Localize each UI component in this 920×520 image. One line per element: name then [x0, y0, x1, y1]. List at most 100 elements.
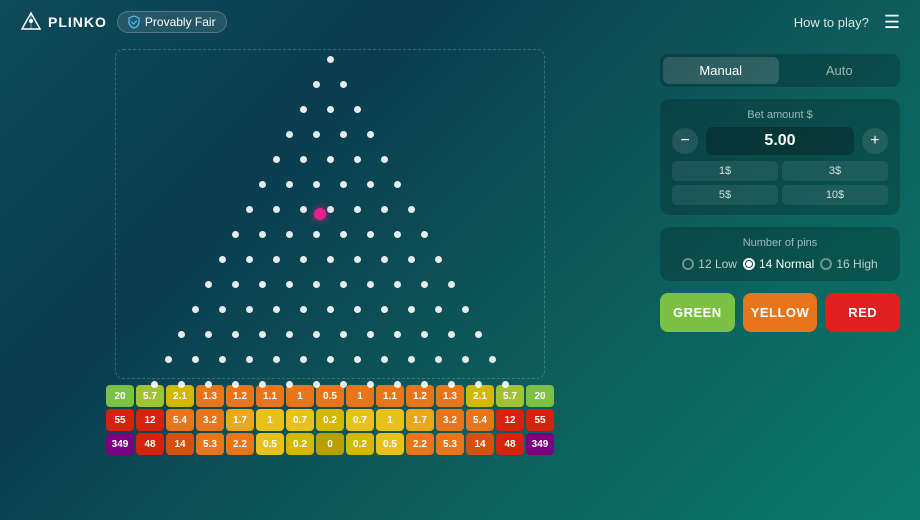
pin — [246, 306, 253, 313]
pin — [421, 331, 428, 338]
pin-label-14: 14 Normal — [759, 257, 814, 271]
main-content: 205.72.11.31.21.110.511.11.21.32.15.7205… — [0, 44, 920, 520]
pin — [421, 381, 428, 388]
pin — [192, 356, 199, 363]
mult-cell: 48 — [496, 433, 524, 455]
pin — [286, 181, 293, 188]
pin — [273, 156, 280, 163]
pin — [327, 206, 334, 213]
yellow-button[interactable]: YELLOW — [743, 293, 818, 332]
pin-row-9 — [219, 256, 442, 263]
pin — [340, 181, 347, 188]
pin — [475, 331, 482, 338]
pin-row-1 — [327, 56, 334, 63]
mult-cell: 0.5 — [256, 433, 284, 455]
pin — [340, 131, 347, 138]
pin — [408, 256, 415, 263]
game-board: 205.72.11.31.21.110.511.11.21.32.15.7205… — [20, 44, 640, 510]
mult-cell: 1 — [376, 409, 404, 431]
bet-increase-button[interactable]: + — [862, 128, 888, 154]
mult-cell: 5.3 — [196, 433, 224, 455]
plinko-ball — [314, 208, 326, 220]
header: PLINKO Provably Fair How to play? ☰ — [0, 0, 920, 44]
mult-cell: 1 — [346, 385, 374, 407]
shield-icon — [128, 15, 140, 29]
pin — [367, 381, 374, 388]
logo: PLINKO — [20, 11, 107, 33]
tab-auto[interactable]: Auto — [782, 57, 898, 84]
board-container — [115, 49, 545, 379]
pin — [340, 231, 347, 238]
mult-cell: 3.2 — [196, 409, 224, 431]
pin — [313, 181, 320, 188]
pin-row-6 — [259, 181, 401, 188]
mult-cell: 0.2 — [346, 433, 374, 455]
pin — [367, 131, 374, 138]
pin — [408, 206, 415, 213]
mult-cell: 5.7 — [136, 385, 164, 407]
bet-value[interactable]: 5.00 — [706, 127, 854, 155]
quick-bet-3[interactable]: 5$ — [672, 185, 778, 205]
how-to-play-link[interactable]: How to play? — [794, 15, 869, 30]
pin — [178, 331, 185, 338]
pin — [327, 156, 334, 163]
pin — [327, 106, 334, 113]
pin — [259, 281, 266, 288]
mult-cell: 14 — [166, 433, 194, 455]
pin — [246, 356, 253, 363]
pin-row-4 — [286, 131, 374, 138]
quick-bet-1[interactable]: 1$ — [672, 161, 778, 181]
pins-area — [151, 41, 509, 388]
pins-section: Number of pins 12 Low 14 Normal 16 High — [660, 227, 900, 281]
provably-fair-button[interactable]: Provably Fair — [117, 11, 227, 33]
pin — [165, 356, 172, 363]
pin-option-12[interactable]: 12 Low — [682, 257, 737, 271]
pin — [381, 206, 388, 213]
mult-cell: 1.1 — [256, 385, 284, 407]
pin — [367, 281, 374, 288]
mult-cell: 0.2 — [286, 433, 314, 455]
pin — [313, 281, 320, 288]
mult-cell: 5.3 — [436, 433, 464, 455]
pin-row-13 — [165, 356, 496, 363]
pin — [340, 281, 347, 288]
pin-option-14[interactable]: 14 Normal — [743, 257, 814, 271]
pin-option-16[interactable]: 16 High — [820, 257, 877, 271]
red-button[interactable]: RED — [825, 293, 900, 332]
tab-manual[interactable]: Manual — [663, 57, 779, 84]
pin — [381, 256, 388, 263]
quick-bet-4[interactable]: 10$ — [782, 185, 888, 205]
pin — [273, 306, 280, 313]
menu-icon[interactable]: ☰ — [884, 12, 900, 33]
pin — [327, 256, 334, 263]
mult-cell: 1.7 — [406, 409, 434, 431]
pin — [300, 106, 307, 113]
pin — [435, 356, 442, 363]
pin — [408, 356, 415, 363]
mult-cell: 5.4 — [166, 409, 194, 431]
pin — [286, 231, 293, 238]
pin — [448, 381, 455, 388]
mult-cell: 1.7 — [226, 409, 254, 431]
bet-controls: − 5.00 + — [672, 127, 888, 155]
pin — [232, 331, 239, 338]
pin-row-2 — [313, 81, 347, 88]
pin — [246, 256, 253, 263]
radio-16 — [820, 258, 832, 270]
pin-row-10 — [205, 281, 455, 288]
green-button[interactable]: GREEN — [660, 293, 735, 332]
pin — [313, 81, 320, 88]
bet-section: Bet amount $ − 5.00 + 1$ 3$ 5$ 10$ — [660, 99, 900, 215]
mult-cell: 2.1 — [166, 385, 194, 407]
bet-decrease-button[interactable]: − — [672, 128, 698, 154]
pin — [178, 381, 185, 388]
pin — [232, 231, 239, 238]
pin — [340, 381, 347, 388]
quick-bet-2[interactable]: 3$ — [782, 161, 888, 181]
pin — [489, 356, 496, 363]
multiplier-row-2: 55125.43.21.710.70.20.711.73.25.41255 — [115, 409, 545, 431]
mult-cell: 1 — [286, 385, 314, 407]
pins-options: 12 Low 14 Normal 16 High — [672, 257, 888, 271]
pin — [367, 231, 374, 238]
pin — [273, 256, 280, 263]
